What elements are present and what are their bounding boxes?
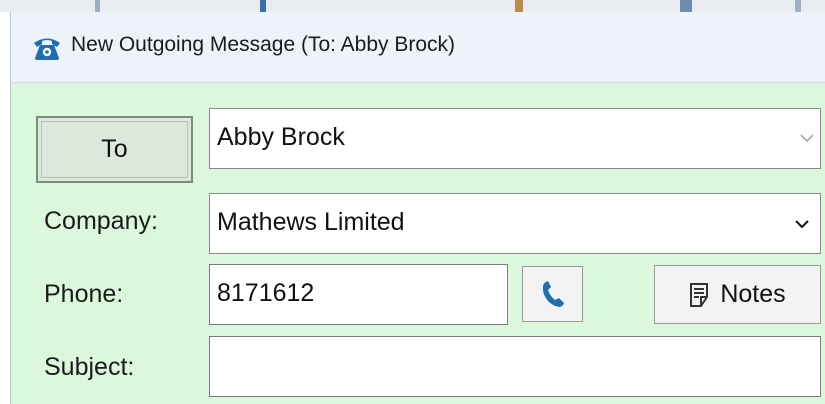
company-dropdown[interactable]: Mathews Limited xyxy=(209,193,821,254)
to-button[interactable]: To xyxy=(36,116,193,183)
to-combobox[interactable]: Abby Brock xyxy=(209,108,821,169)
call-button[interactable] xyxy=(522,266,583,322)
window-title: New Outgoing Message (To: Abby Brock) xyxy=(71,33,456,56)
notes-icon xyxy=(690,282,709,307)
company-value: Mathews Limited xyxy=(217,208,405,236)
chevron-down-icon[interactable] xyxy=(784,194,820,253)
subject-label: Subject: xyxy=(44,353,135,381)
phone-label: Phone: xyxy=(44,280,124,308)
subject-input[interactable] xyxy=(209,336,821,397)
chevron-down-icon[interactable] xyxy=(794,109,820,168)
to-value: Abby Brock xyxy=(217,123,345,151)
phone-input[interactable]: 8171612 xyxy=(209,264,508,325)
company-label: Company: xyxy=(44,207,158,235)
telephone-icon xyxy=(34,38,60,60)
message-form: To Abby Brock Company: Mathews Limited P… xyxy=(11,83,825,404)
message-window: New Outgoing Message (To: Abby Brock) To… xyxy=(10,12,825,404)
phone-handset-icon xyxy=(542,281,564,307)
title-bar[interactable]: New Outgoing Message (To: Abby Brock) xyxy=(11,12,825,83)
phone-value: 8171612 xyxy=(217,279,315,307)
notes-button[interactable]: Notes xyxy=(654,265,821,324)
background-window-strip xyxy=(0,0,825,12)
notes-button-label: Notes xyxy=(720,280,786,308)
to-button-focus-border xyxy=(41,121,188,178)
